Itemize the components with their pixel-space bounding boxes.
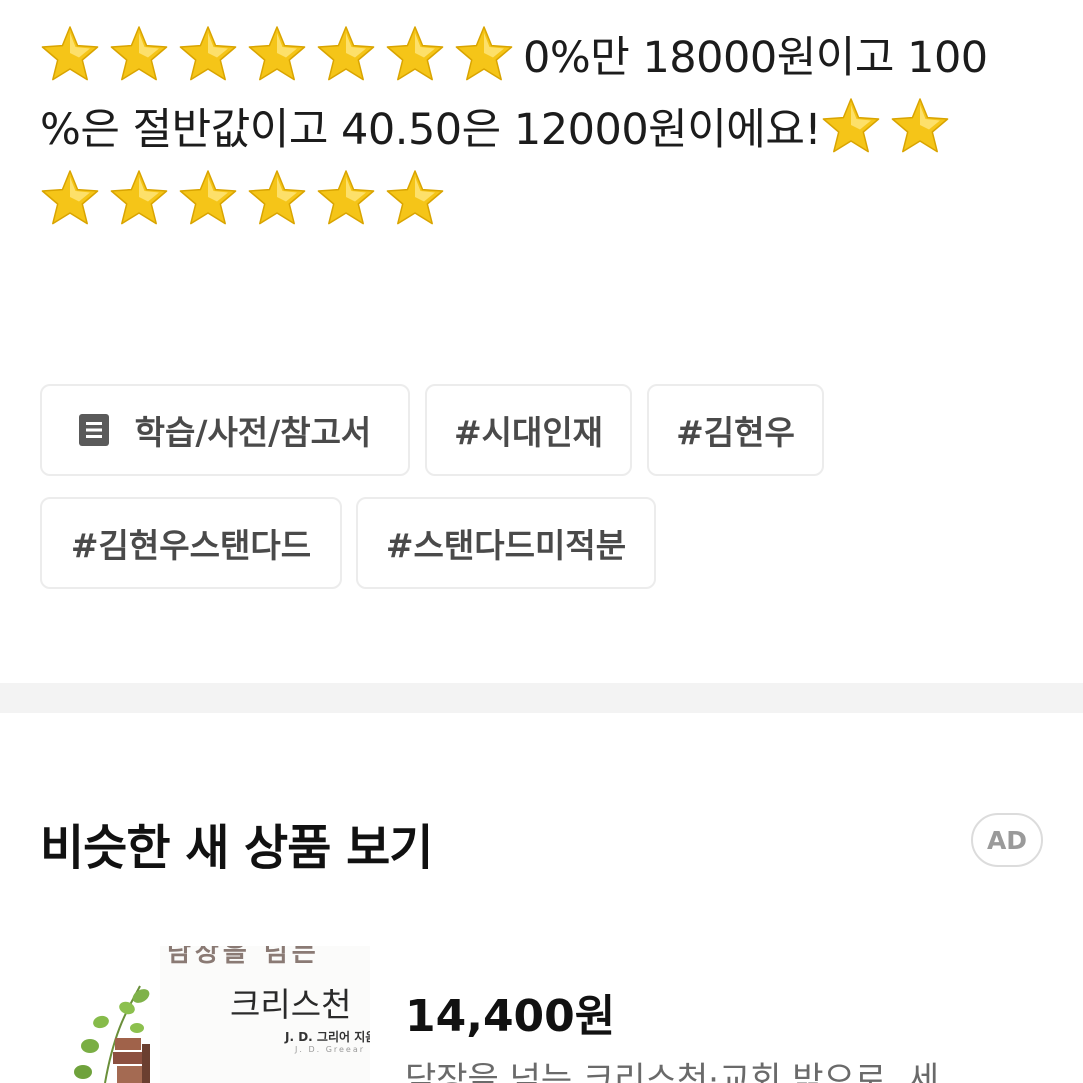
tag-category[interactable]: 학습/사전/참고서: [40, 384, 410, 476]
product-price[interactable]: 14,400원: [405, 980, 615, 1044]
tag-standard-calculus[interactable]: #스탠다드미적분: [356, 497, 656, 589]
similar-products-title: 비슷한 새 상품 보기: [40, 820, 433, 876]
product-detail-page: 0%만 18000원이고 100 %은 절반값이고 40.50은 12000원이…: [0, 0, 1083, 1083]
star-group-line3: [40, 170, 454, 227]
star-icon: [178, 168, 238, 228]
description-line2: %은 절반값이고 40.50은 12000원이에요!: [40, 105, 822, 155]
star-icon: [247, 168, 307, 228]
section-divider: [0, 683, 1083, 713]
tag-label: #시대인재: [453, 413, 604, 452]
star-group-trailing: [821, 98, 959, 155]
star-icon: [821, 96, 881, 156]
tag-kimhyunwoo-standard[interactable]: #김현우스탠다드: [40, 497, 342, 589]
document-list-icon: [78, 414, 109, 446]
description-line1: 0%만 18000원이고 100: [523, 33, 988, 83]
star-icon: [385, 24, 445, 84]
tag-label: #스탠다드미적분: [385, 526, 627, 565]
star-icon: [247, 24, 307, 84]
star-icon: [109, 24, 169, 84]
star-icon: [40, 24, 100, 84]
book-cover-author: J. D. 그리어 지음: [285, 1030, 370, 1044]
star-icon: [454, 24, 514, 84]
book-cover-title: 크리스천: [230, 985, 352, 1024]
ad-badge[interactable]: AD: [971, 813, 1043, 867]
tag-category-label: 학습/사전/참고서: [134, 413, 372, 452]
product-thumbnail[interactable]: 담장을 넘는 크리스천 J. D. 그리어 지음 J. D. Greear: [45, 946, 370, 1083]
star-icon: [890, 96, 950, 156]
book-cover-author-en: J. D. Greear: [295, 1045, 366, 1054]
star-group-leading: [40, 26, 523, 83]
star-icon: [40, 168, 100, 228]
tag-sidaeinjae[interactable]: #시대인재: [425, 384, 632, 476]
star-icon: [316, 24, 376, 84]
plant-illustration-icon: [45, 946, 205, 1083]
tag-label: #김현우스탠다드: [70, 526, 312, 565]
product-name[interactable]: 담장을 넘는 크리스천·교회 밖으로, 세: [405, 1052, 1035, 1083]
tag-kimhyunwoo[interactable]: #김현우: [647, 384, 824, 476]
star-icon: [316, 168, 376, 228]
tag-label: #김현우: [676, 413, 795, 452]
star-icon: [385, 168, 445, 228]
star-icon: [109, 168, 169, 228]
product-description: 0%만 18000원이고 100 %은 절반값이고 40.50은 12000원이…: [40, 22, 1040, 238]
star-icon: [178, 24, 238, 84]
